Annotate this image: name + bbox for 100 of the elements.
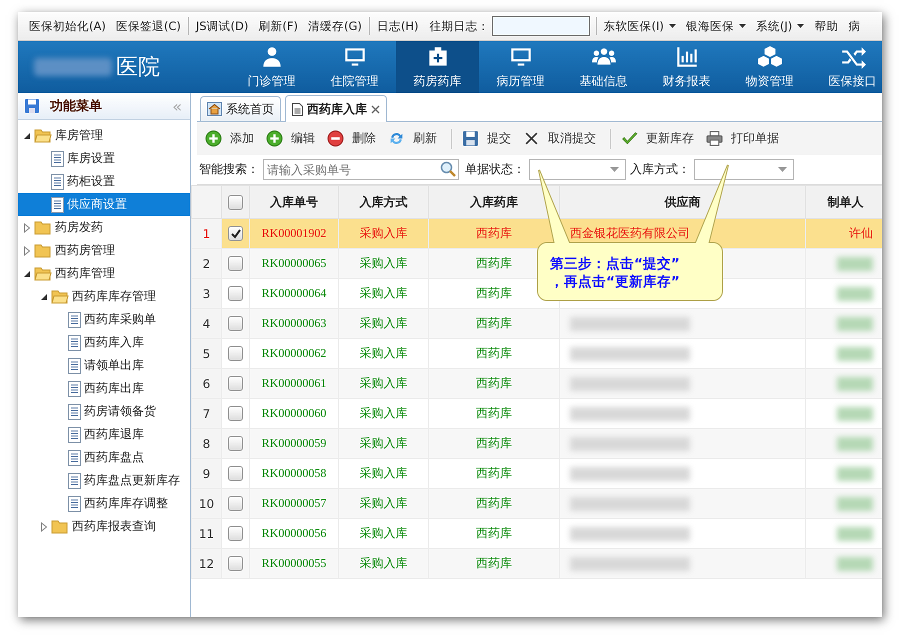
- menu-item[interactable]: 东软医保(I): [598, 18, 681, 34]
- checkbox[interactable]: [228, 226, 243, 242]
- menu-item[interactable]: JS调试(D): [190, 18, 254, 34]
- table-cell: 西药库: [476, 346, 512, 360]
- row-number: 8: [202, 436, 210, 450]
- tree-item[interactable]: 西药库采购单: [18, 308, 190, 331]
- checkbox[interactable]: [228, 376, 243, 392]
- tab[interactable]: 系统首页: [200, 96, 281, 121]
- menu-item[interactable]: 日志(H): [372, 18, 424, 34]
- checkbox[interactable]: [228, 286, 243, 302]
- expanded-arrow-icon[interactable]: [23, 132, 31, 140]
- menu-item[interactable]: 帮助: [809, 18, 844, 34]
- row-number: 3: [202, 286, 210, 300]
- row-number: 9: [202, 466, 210, 480]
- search-field[interactable]: 请输入采购单号: [263, 159, 459, 180]
- checkbox[interactable]: [228, 496, 243, 512]
- menu-item[interactable]: 医保签退(C): [110, 18, 186, 34]
- row-number: 1: [202, 226, 210, 240]
- collapsed-arrow-icon[interactable]: [40, 522, 48, 532]
- menu-item[interactable]: 医保初始化(A): [24, 18, 111, 34]
- checkbox[interactable]: [228, 346, 243, 362]
- tree-item[interactable]: 西药库报表查询: [18, 515, 190, 538]
- nav-tab[interactable]: 物资管理: [728, 41, 811, 93]
- document-icon: [68, 472, 81, 488]
- table-cell: 西药库: [476, 226, 512, 240]
- menu-item[interactable]: 清缓存(G): [302, 18, 367, 34]
- status-dropdown[interactable]: [529, 159, 626, 180]
- caret-icon[interactable]: [797, 24, 804, 28]
- toolbar-button[interactable]: 删除: [323, 130, 384, 147]
- panel-title: 功能菜单: [50, 98, 102, 115]
- table-cell: 许仙: [849, 226, 873, 240]
- checkbox[interactable]: [228, 406, 243, 422]
- menu-item[interactable]: 系统(J): [750, 18, 810, 34]
- tree-item[interactable]: 西药库退库: [18, 423, 190, 446]
- document-icon: [68, 496, 81, 512]
- menu-item[interactable]: 银海医保: [680, 18, 751, 34]
- table-cell: 采购入库: [360, 406, 408, 420]
- collapsed-arrow-icon[interactable]: [23, 222, 31, 232]
- toolbar-button[interactable]: 添加: [201, 130, 262, 147]
- expanded-arrow-icon[interactable]: [40, 292, 48, 300]
- checkbox[interactable]: [228, 316, 243, 332]
- menu-item[interactable]: 刷新(F): [253, 18, 303, 34]
- search-icon: [440, 161, 456, 177]
- table-cell: 采购入库: [360, 376, 408, 390]
- checkbox[interactable]: [228, 466, 243, 482]
- tab[interactable]: 西药库入库: [285, 95, 387, 122]
- collapsed-arrow-icon[interactable]: [23, 246, 31, 256]
- tree-item[interactable]: 西药库管理: [18, 262, 190, 285]
- nav-tab[interactable]: 医保接口: [811, 41, 882, 93]
- checkbox[interactable]: [228, 194, 243, 210]
- checkbox[interactable]: [228, 436, 243, 452]
- toolbar-button[interactable]: 打印单据: [702, 130, 787, 147]
- caret-icon[interactable]: [738, 24, 746, 28]
- tree-item[interactable]: 药房发药: [18, 216, 190, 239]
- tree-item[interactable]: 供应商设置: [18, 193, 190, 216]
- expanded-arrow-icon[interactable]: [23, 270, 31, 278]
- folder-icon: [34, 243, 52, 258]
- toolbar-button[interactable]: 编辑: [262, 130, 323, 147]
- checkbox[interactable]: [228, 256, 243, 272]
- table-cell: 采购入库: [360, 556, 408, 570]
- checkbox[interactable]: [228, 556, 243, 572]
- table-cell: 采购入库: [360, 526, 408, 540]
- folder-icon: [51, 519, 69, 534]
- tree-item[interactable]: 药柜设置: [18, 170, 190, 193]
- tree-item[interactable]: 库房设置: [18, 147, 190, 170]
- tree-item[interactable]: 西药库出库: [18, 377, 190, 400]
- menu-item[interactable]: 病: [843, 18, 866, 34]
- nav-tab[interactable]: 病历管理: [479, 41, 562, 93]
- tree-item[interactable]: 西药库库存管理: [18, 285, 190, 308]
- caret-icon: [610, 167, 619, 172]
- tree-item[interactable]: 西药库入库: [18, 331, 190, 354]
- tree-item[interactable]: 库房管理: [18, 124, 190, 147]
- toolbar-button[interactable]: 取消提交: [519, 130, 604, 147]
- table-cell: 西药库: [476, 556, 512, 570]
- table-cell: 西药库: [476, 526, 512, 540]
- tree-item[interactable]: 西药房管理: [18, 239, 190, 262]
- nav-tab[interactable]: 药房药库: [396, 41, 479, 93]
- folder-icon: [34, 266, 52, 281]
- tree-item[interactable]: 西药库库存调整: [18, 492, 190, 515]
- table-cell: 采购入库: [360, 316, 408, 330]
- input-field[interactable]: [492, 16, 590, 36]
- nav-tab[interactable]: 住院管理: [313, 41, 396, 93]
- tree-item[interactable]: 请领单出库: [18, 354, 190, 377]
- nav-tab[interactable]: 财务报表: [645, 41, 728, 93]
- tree-item[interactable]: 西药库盘点: [18, 446, 190, 469]
- close-icon[interactable]: [371, 104, 380, 114]
- document-icon: [68, 426, 81, 442]
- document-icon: [68, 334, 81, 350]
- method-dropdown[interactable]: [694, 159, 794, 180]
- tree-item[interactable]: 药库盘点更新库存: [18, 469, 190, 492]
- toolbar-button[interactable]: 提交: [458, 130, 519, 147]
- toolbar-button[interactable]: 更新库存: [617, 130, 702, 147]
- nav-tab[interactable]: 门诊管理: [230, 41, 313, 93]
- nav-tab[interactable]: 基础信息: [562, 41, 645, 93]
- column-header: 入库单号: [270, 194, 318, 208]
- toolbar-button[interactable]: 刷新: [384, 130, 445, 147]
- tree-item[interactable]: 药房请领备货: [18, 400, 190, 423]
- caret-icon[interactable]: [668, 24, 676, 28]
- checkbox[interactable]: [228, 526, 243, 542]
- plus-icon: [266, 130, 283, 147]
